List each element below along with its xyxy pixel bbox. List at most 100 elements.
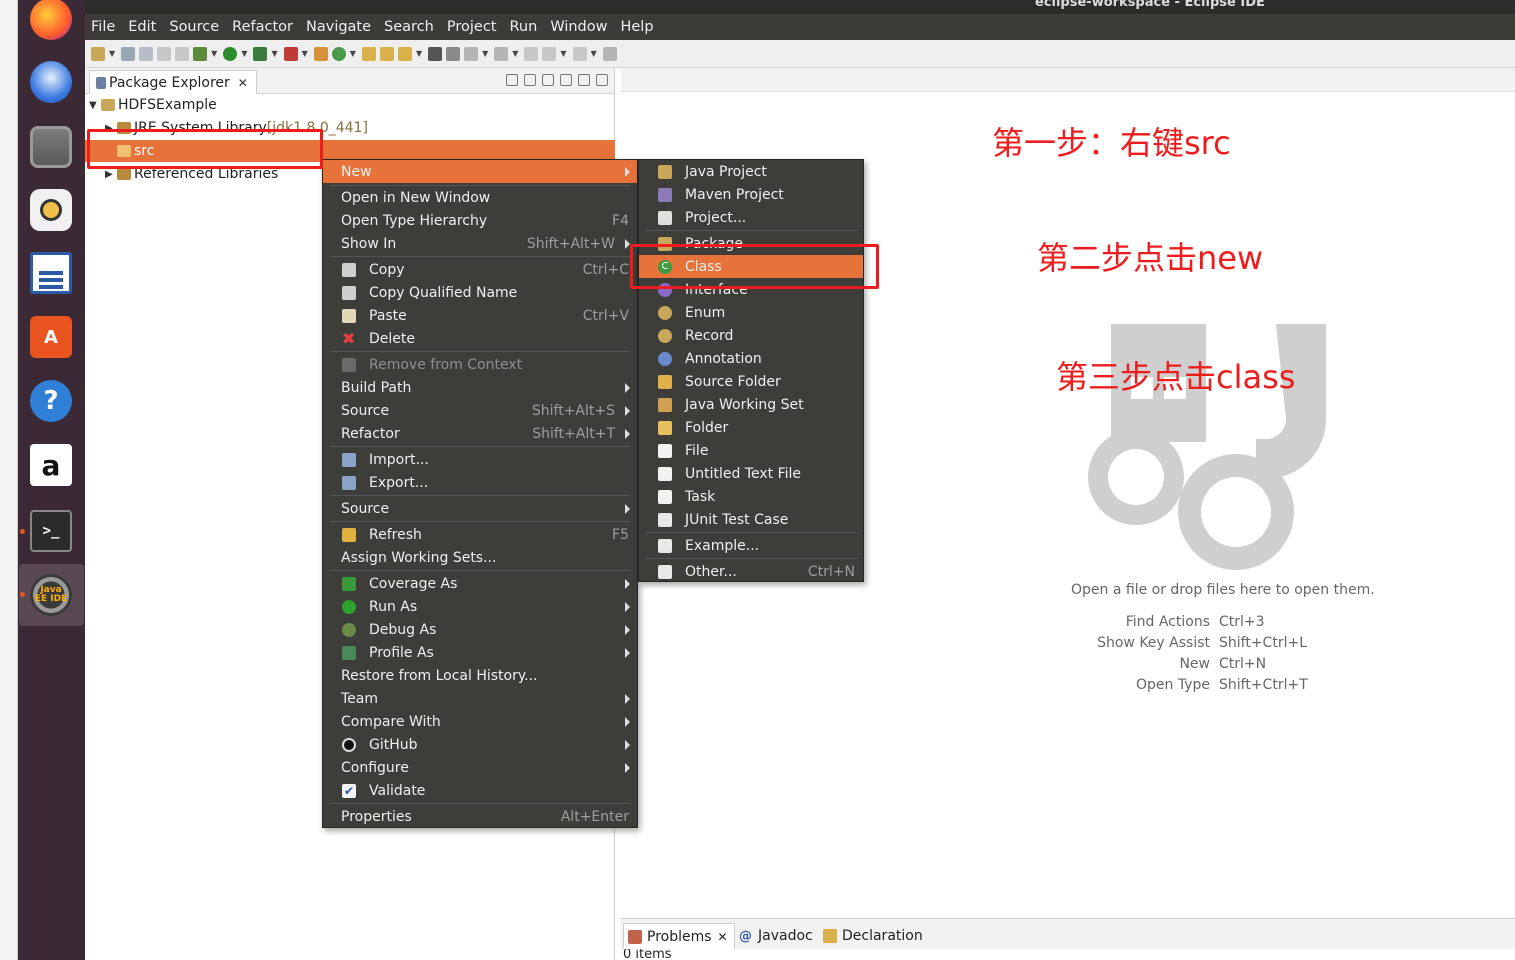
menu-item-properties[interactable]: Properties Alt+Enter	[323, 805, 637, 828]
save-all-icon[interactable]	[139, 46, 154, 61]
pin-editor-icon[interactable]	[602, 46, 617, 61]
tab-javadoc[interactable]: @ Javadoc	[739, 923, 813, 949]
submenu-item-example[interactable]: Example...	[639, 534, 863, 557]
open-task-icon[interactable]	[379, 46, 394, 61]
close-icon[interactable]: ✕	[718, 930, 728, 944]
menu-item-source[interactable]: Source Shift+Alt+S	[323, 399, 637, 422]
submenu-item-java-working-set[interactable]: Java Working Set	[639, 393, 863, 416]
menu-item-coverage-as[interactable]: Coverage As	[323, 572, 637, 595]
package-explorer-tab[interactable]: Package Explorer ✕	[89, 70, 257, 94]
submenu-item-record[interactable]: Record	[639, 324, 863, 347]
menu-item-compare-with[interactable]: Compare With	[323, 710, 637, 733]
submenu-item-source-folder[interactable]: Source Folder	[639, 370, 863, 393]
menu-item-configure[interactable]: Configure	[323, 756, 637, 779]
menu-item-copy[interactable]: Copy Ctrl+C	[323, 258, 637, 281]
menu-item-open-new-window[interactable]: Open in New Window	[323, 186, 637, 209]
menu-item-refactor[interactable]: Refactor Shift+Alt+T	[323, 422, 637, 445]
forward-icon[interactable]	[572, 46, 587, 61]
submenu-item-untitled-text-file[interactable]: Untitled Text File	[639, 462, 863, 485]
software-icon[interactable]: A	[26, 312, 76, 362]
submenu-item-other[interactable]: Other... Ctrl+N	[639, 560, 863, 583]
back-icon[interactable]	[542, 46, 557, 61]
menu-item-copy-qualified-name[interactable]: Copy Qualified Name	[323, 281, 637, 304]
new-java-project-icon[interactable]	[313, 46, 328, 61]
last-edit-icon[interactable]	[524, 46, 539, 61]
menu-window[interactable]: Window	[550, 19, 607, 35]
menu-item-assign-working-sets[interactable]: Assign Working Sets...	[323, 546, 637, 569]
menu-source[interactable]: Source	[169, 19, 219, 35]
menu-project[interactable]: Project	[447, 19, 497, 35]
amazon-icon[interactable]: a	[26, 440, 76, 490]
view-menu-icon[interactable]	[560, 74, 572, 86]
menu-navigate[interactable]: Navigate	[306, 19, 371, 35]
menu-item-paste[interactable]: Paste Ctrl+V	[323, 304, 637, 327]
dropdown-arrow-icon[interactable]: ▼	[350, 49, 356, 58]
collapsed-triangle-icon[interactable]: ▶	[105, 169, 117, 180]
terminal-icon[interactable]: >_	[26, 506, 76, 556]
submenu-item-java-project[interactable]: Java Project	[639, 160, 863, 183]
menu-item-open-type-hierarchy[interactable]: Open Type Hierarchy F4	[323, 209, 637, 232]
dropdown-arrow-icon[interactable]: ▼	[416, 49, 422, 58]
shortcut-action[interactable]: Find Actions	[1090, 614, 1210, 630]
menu-search[interactable]: Search	[384, 19, 434, 35]
submenu-item-junit-test-case[interactable]: JUnit Test Case	[639, 508, 863, 531]
menu-item-import[interactable]: Import...	[323, 448, 637, 471]
close-icon[interactable]: ✕	[238, 76, 248, 90]
shortcut-action[interactable]: Open Type	[1090, 677, 1210, 693]
dropdown-arrow-icon[interactable]: ▼	[482, 49, 488, 58]
dropdown-arrow-icon[interactable]: ▼	[591, 49, 597, 58]
menu-item-show-in[interactable]: Show In Shift+Alt+W	[323, 232, 637, 255]
menu-help[interactable]: Help	[620, 19, 653, 35]
run-icon[interactable]	[223, 46, 238, 61]
tab-declaration[interactable]: Declaration	[823, 923, 923, 949]
toggle-mark-icon[interactable]	[428, 46, 443, 61]
dropdown-arrow-icon[interactable]: ▼	[302, 49, 308, 58]
menu-item-new[interactable]: New	[323, 160, 637, 183]
menu-item-validate[interactable]: ✔ Validate	[323, 779, 637, 802]
eclipse-icon[interactable]: Java EE IDE	[26, 570, 76, 620]
menu-run[interactable]: Run	[510, 19, 538, 35]
submenu-item-annotation[interactable]: Annotation	[639, 347, 863, 370]
redo-icon[interactable]	[175, 46, 190, 61]
annotation-icon[interactable]	[464, 46, 479, 61]
dropdown-arrow-icon[interactable]: ▼	[241, 49, 247, 58]
menu-file[interactable]: File	[91, 19, 115, 35]
submenu-item-file[interactable]: File	[639, 439, 863, 462]
dropdown-arrow-icon[interactable]: ▼	[211, 49, 217, 58]
firefox-icon[interactable]	[26, 0, 76, 44]
menu-item-run-as[interactable]: Run As	[323, 595, 637, 618]
menu-item-debug-as[interactable]: Debug As	[323, 618, 637, 641]
menu-item-profile-as[interactable]: Profile As	[323, 641, 637, 664]
coverage-icon[interactable]	[253, 46, 268, 61]
tree-item-project[interactable]: ▼ HDFSExample	[89, 94, 217, 116]
external-tools-icon[interactable]	[283, 46, 298, 61]
tab-problems[interactable]: Problems ✕	[623, 923, 735, 949]
dropdown-arrow-icon[interactable]: ▼	[560, 49, 566, 58]
shortcut-action[interactable]: Show Key Assist	[1090, 635, 1210, 651]
files-icon[interactable]	[26, 122, 76, 172]
block-selection-icon[interactable]	[446, 46, 461, 61]
search-icon[interactable]	[397, 46, 412, 61]
collapse-all-icon[interactable]	[506, 74, 518, 86]
new-class-icon[interactable]	[331, 46, 346, 61]
writer-icon[interactable]	[26, 248, 76, 298]
menu-item-github[interactable]: GitHub	[323, 733, 637, 756]
submenu-item-project[interactable]: Project...	[639, 206, 863, 229]
undo-icon[interactable]	[157, 46, 172, 61]
maximize-icon[interactable]	[596, 74, 608, 86]
submenu-item-enum[interactable]: Enum	[639, 301, 863, 324]
rhythmbox-icon[interactable]	[26, 185, 76, 235]
debug-icon[interactable]	[193, 46, 208, 61]
menu-item-restore-local-history[interactable]: Restore from Local History...	[323, 664, 637, 687]
dropdown-arrow-icon[interactable]: ▼	[271, 49, 277, 58]
submenu-item-task[interactable]: Task	[639, 485, 863, 508]
thunderbird-icon[interactable]	[26, 57, 76, 107]
open-type-icon[interactable]	[361, 46, 376, 61]
shortcut-action[interactable]: New	[1090, 656, 1210, 672]
prev-annotation-icon[interactable]	[494, 46, 509, 61]
link-with-editor-icon[interactable]	[524, 74, 536, 86]
expanded-triangle-icon[interactable]: ▼	[89, 100, 101, 111]
menu-item-export[interactable]: Export...	[323, 471, 637, 494]
dropdown-arrow-icon[interactable]: ▼	[512, 49, 518, 58]
menu-item-team[interactable]: Team	[323, 687, 637, 710]
